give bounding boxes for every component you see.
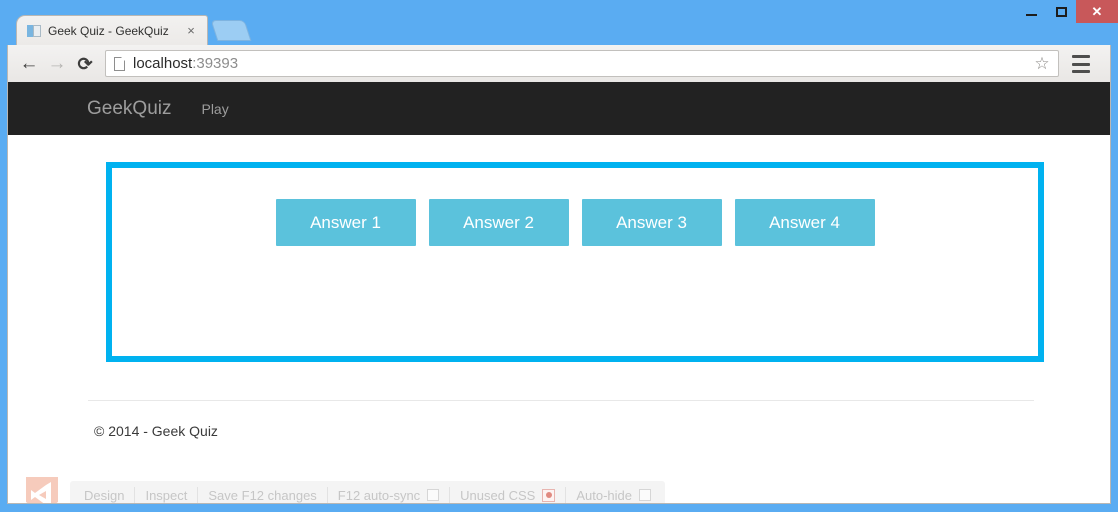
browser-window: ✕ Geek Quiz - GeekQuiz × ← → ⟳ localhost…	[0, 0, 1118, 512]
browser-link-toolbar: Design Inspect Save F12 changes F12 auto…	[8, 465, 1110, 503]
bl-label-save-f12-changes: Save F12 changes	[208, 487, 317, 503]
answer-button-2[interactable]: Answer 2	[428, 199, 569, 246]
nav-link-play[interactable]: Play	[201, 101, 228, 117]
browser-tab[interactable]: Geek Quiz - GeekQuiz ×	[16, 15, 208, 45]
tab-strip: Geek Quiz - GeekQuiz ×	[0, 15, 1118, 45]
unused-css-record-icon[interactable]	[542, 488, 556, 502]
selection-highlight-box: Answer 1 Answer 2 Answer 3 Answer 4	[106, 162, 1044, 362]
bl-item-f12-auto-sync[interactable]: F12 auto-sync	[328, 485, 449, 503]
answers-row: Answer 1 Answer 2 Answer 3 Answer 4	[112, 199, 1038, 246]
forward-icon[interactable]: →	[44, 51, 70, 77]
address-bar[interactable]: localhost:39393 ☆	[105, 50, 1059, 77]
page-favicon-icon	[27, 24, 41, 38]
bl-item-inspect[interactable]: Inspect	[135, 485, 197, 503]
url-port: :39393	[192, 55, 239, 72]
back-icon[interactable]: ←	[16, 51, 42, 77]
page-viewport: GeekQuiz Play Answer 1 Answer 2 Answer 3…	[7, 82, 1111, 504]
answer-button-1[interactable]: Answer 1	[275, 199, 416, 246]
site-brand[interactable]: GeekQuiz	[87, 98, 171, 120]
new-tab-button[interactable]	[210, 20, 252, 41]
visual-studio-logo-icon	[24, 475, 60, 503]
bookmark-star-icon[interactable]: ☆	[1033, 55, 1051, 73]
answer-button-4[interactable]: Answer 4	[734, 199, 875, 246]
bl-label-f12-auto-sync: F12 auto-sync	[337, 487, 421, 503]
page-info-icon	[114, 56, 125, 71]
browser-menu-icon[interactable]	[1070, 54, 1092, 74]
url-text: localhost:39393	[133, 55, 238, 72]
bl-item-save-f12-changes[interactable]: Save F12 changes	[198, 485, 326, 503]
tab-title: Geek Quiz - GeekQuiz	[48, 23, 169, 38]
bl-label-auto-hide: Auto-hide	[576, 487, 632, 503]
site-footer: © 2014 - Geek Quiz	[88, 400, 1034, 439]
browser-toolbar: ← → ⟳ localhost:39393 ☆	[7, 45, 1111, 82]
reload-icon[interactable]: ⟳	[72, 51, 98, 77]
answer-button-3[interactable]: Answer 3	[581, 199, 722, 246]
auto-hide-checkbox[interactable]	[638, 489, 651, 501]
footer-copyright: © 2014 - Geek Quiz	[94, 423, 218, 439]
bl-label-unused-css: Unused CSS	[460, 487, 536, 503]
bl-item-unused-css[interactable]: Unused CSS	[450, 485, 565, 503]
footer-divider	[88, 400, 1034, 401]
f12-auto-sync-checkbox[interactable]	[427, 489, 440, 501]
site-navbar: GeekQuiz Play	[8, 82, 1110, 135]
browser-link-items: Design Inspect Save F12 changes F12 auto…	[70, 481, 665, 503]
main-content: Answer 1 Answer 2 Answer 3 Answer 4 © 20…	[8, 135, 1110, 503]
bl-item-auto-hide[interactable]: Auto-hide	[566, 485, 661, 503]
tab-close-icon[interactable]: ×	[183, 23, 199, 39]
bl-item-design[interactable]: Design	[74, 485, 134, 503]
url-host: localhost	[133, 55, 193, 72]
bl-label-inspect: Inspect	[145, 487, 188, 503]
bl-label-design: Design	[84, 487, 125, 503]
